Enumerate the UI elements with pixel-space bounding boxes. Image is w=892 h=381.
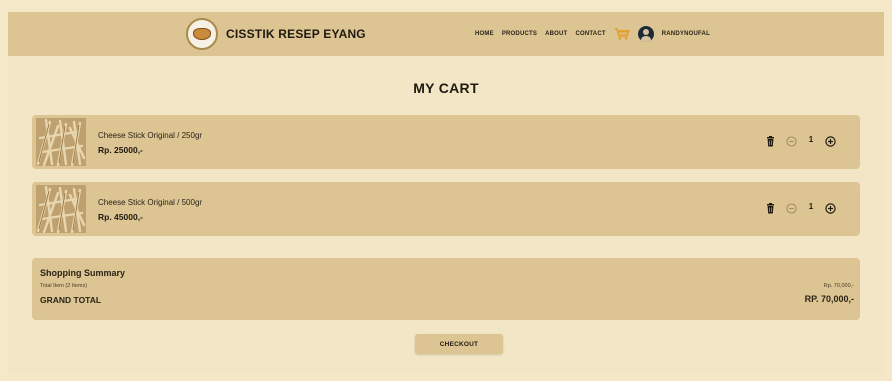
brand-name: CISSTIK RESEP EYANG — [226, 27, 366, 41]
trash-icon[interactable] — [765, 134, 776, 147]
nav-home-link[interactable]: HOME — [475, 31, 494, 37]
logo-pot-shape — [193, 28, 211, 40]
navbar: CISSTIK RESEP EYANG HOME PRODUCTS ABOUT … — [8, 12, 884, 56]
quantity-value: 1 — [808, 135, 814, 144]
total-items-label: Total Item (2 Items) — [40, 283, 88, 289]
nav-products-link[interactable]: PRODUCTS — [502, 31, 537, 37]
plus-circle-icon[interactable] — [825, 134, 836, 147]
user-avatar[interactable] — [637, 26, 654, 42]
summary-title: Shopping Summary — [40, 268, 126, 278]
brand[interactable]: CISSTIK RESEP EYANG — [186, 18, 366, 50]
quantity-value: 1 — [808, 202, 814, 211]
minus-circle-icon[interactable] — [786, 201, 797, 214]
quantity-controls: 1 — [765, 201, 836, 214]
minus-circle-icon[interactable] — [786, 134, 797, 147]
shopping-summary: Shopping Summary Total Item (2 Items) GR… — [32, 258, 860, 320]
product-thumbnail[interactable] — [36, 118, 86, 166]
cart-item: Cheese Stick Original / 250gr Rp. 25000,… — [32, 115, 860, 169]
product-name: Cheese Stick Original / 250gr — [98, 131, 203, 140]
product-name: Cheese Stick Original / 500gr — [98, 198, 203, 207]
cart-item: Cheese Stick Original / 500gr Rp. 45000,… — [32, 182, 860, 236]
page: CISSTIK RESEP EYANG HOME PRODUCTS ABOUT … — [8, 12, 884, 374]
total-items-value: Rp. 70,000,- — [823, 283, 854, 289]
nav-contact-link[interactable]: CONTACT — [575, 31, 605, 37]
page-title: MY CART — [413, 80, 479, 96]
product-price: Rp. 45000,- — [98, 212, 143, 222]
username[interactable]: RANDYNOUFAL — [662, 31, 710, 37]
trash-icon[interactable] — [765, 201, 776, 214]
cart-icon[interactable] — [614, 27, 630, 41]
quantity-controls: 1 — [765, 134, 836, 147]
grand-total-label: GRAND TOTAL — [40, 295, 102, 305]
logo-icon — [186, 18, 218, 50]
grand-total-value: RP. 70,000,- — [804, 294, 854, 304]
product-price: Rp. 25000,- — [98, 145, 143, 155]
nav-about-link[interactable]: ABOUT — [545, 31, 567, 37]
product-thumbnail[interactable] — [36, 185, 86, 233]
nav-links: HOME PRODUCTS ABOUT CONTACT RANDYNOUFAL — [475, 26, 710, 42]
checkout-button[interactable]: CHECKOUT — [415, 334, 503, 354]
plus-circle-icon[interactable] — [825, 201, 836, 214]
